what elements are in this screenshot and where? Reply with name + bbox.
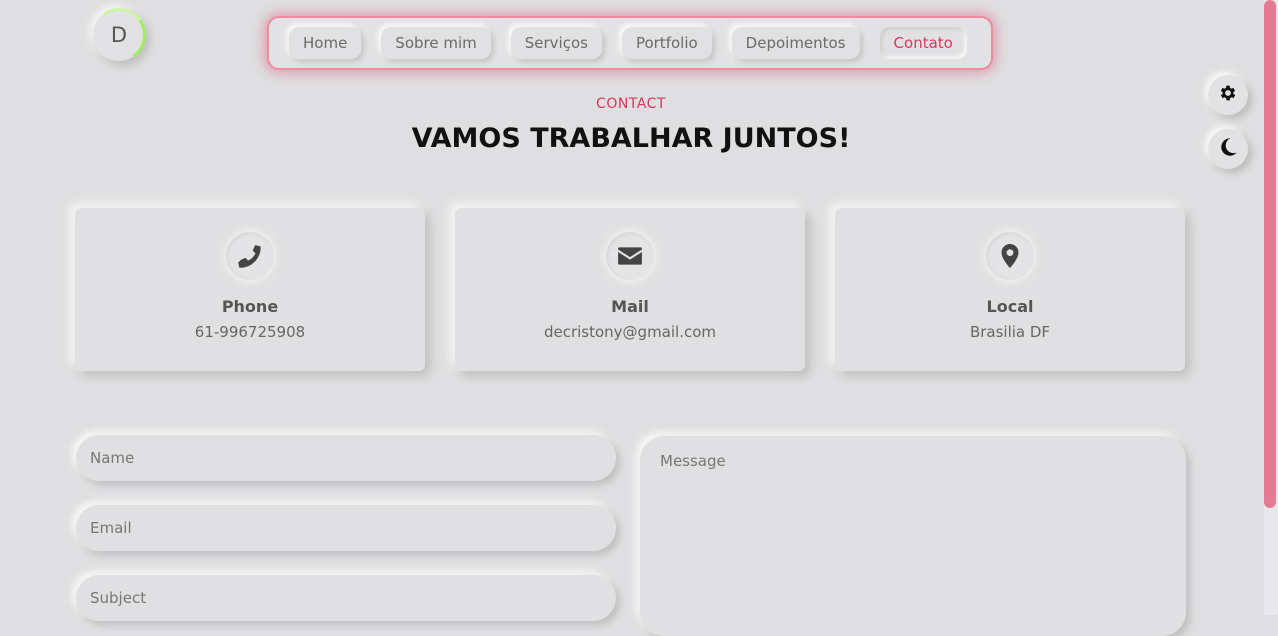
nav-contato[interactable]: Contato: [879, 27, 967, 59]
contact-card-phone: Phone 61-996725908: [75, 208, 425, 371]
nav-depoimentos[interactable]: Depoimentos: [731, 27, 860, 59]
main-navbar: Home Sobre mim Serviços Portfolio Depoim…: [267, 16, 993, 70]
card-value: Brasilia DF: [969, 323, 1051, 341]
message-textarea[interactable]: [640, 436, 1186, 636]
section-eyebrow: CONTACT: [596, 96, 666, 112]
name-input[interactable]: [76, 435, 616, 481]
card-value: decristony@gmail.com: [543, 323, 717, 341]
contact-card-local: Local Brasilia DF: [835, 208, 1185, 371]
contact-card-mail: Mail decristony@gmail.com: [455, 208, 805, 371]
map-pin-icon: [986, 232, 1034, 280]
nav-sobre-mim[interactable]: Sobre mim: [381, 27, 491, 59]
subject-input[interactable]: [76, 575, 616, 621]
email-input[interactable]: [76, 505, 616, 551]
section-title: VAMOS TRABALHAR JUNTOS!: [411, 123, 851, 154]
nav-portfolio[interactable]: Portfolio: [621, 27, 712, 59]
nav-servicos[interactable]: Serviços: [510, 27, 602, 59]
page-scrollbar[interactable]: [1264, 0, 1278, 615]
card-label: Local: [986, 297, 1034, 316]
phone-icon: [226, 232, 274, 280]
card-value: 61-996725908: [194, 323, 306, 341]
logo-letter: D: [110, 23, 128, 47]
scrollbar-thumb[interactable]: [1264, 0, 1276, 508]
card-label: Mail: [611, 297, 649, 316]
nav-home[interactable]: Home: [289, 27, 362, 59]
envelope-icon: [606, 232, 654, 280]
logo-avatar[interactable]: D: [93, 9, 145, 61]
card-label: Phone: [221, 297, 279, 316]
